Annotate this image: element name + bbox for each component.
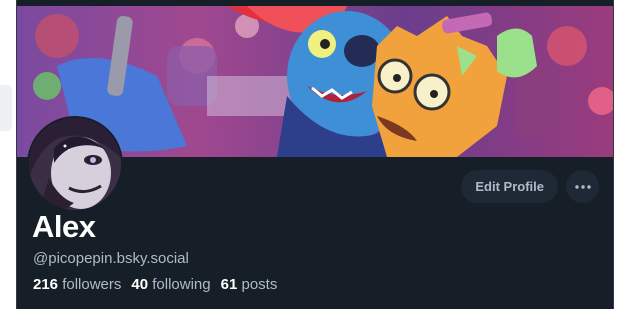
avatar-illustration <box>29 118 121 210</box>
page: Edit Profile Alex @picopepin.bsky.social… <box>0 0 623 309</box>
posts-stat: 61 posts <box>221 276 278 293</box>
left-rail <box>0 85 12 131</box>
following-stat[interactable]: 40 following <box>131 276 210 293</box>
followers-count: 216 <box>33 276 59 293</box>
display-name: Alex <box>32 209 96 244</box>
more-options-button[interactable] <box>566 170 599 203</box>
followers-stat[interactable]: 216 followers <box>33 276 121 293</box>
ellipsis-icon <box>574 184 591 189</box>
profile-avatar[interactable] <box>27 116 123 212</box>
profile-actions: Edit Profile <box>461 170 599 203</box>
posts-count: 61 <box>220 276 238 293</box>
profile-stats: 216 followers 40 following 61 posts <box>33 276 277 293</box>
profile-handle: @picopepin.bsky.social <box>33 250 189 267</box>
followers-label: followers <box>62 276 122 293</box>
following-count: 40 <box>131 276 149 293</box>
following-label: following <box>152 276 211 293</box>
edit-profile-button[interactable]: Edit Profile <box>461 170 558 203</box>
posts-label: posts <box>241 276 278 293</box>
profile-card: Edit Profile Alex @picopepin.bsky.social… <box>16 0 614 309</box>
